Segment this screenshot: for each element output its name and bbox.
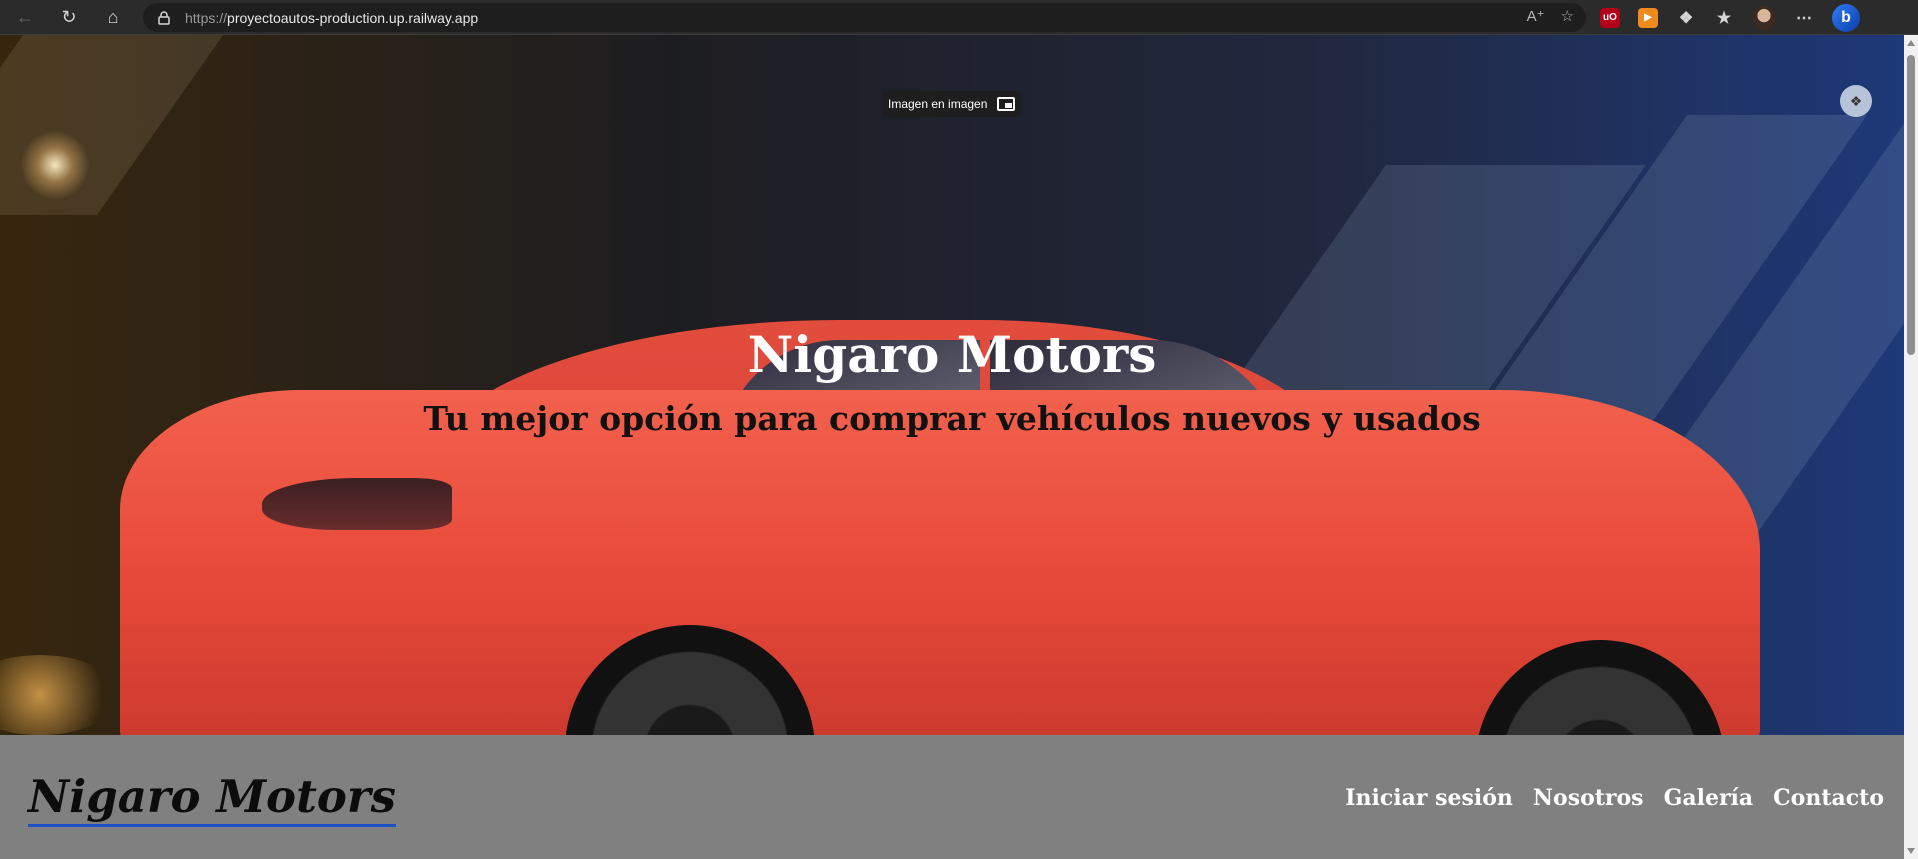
nav-menu: Iniciar sesión Nosotros Galería Contacto — [1345, 785, 1884, 811]
picture-in-picture-button[interactable]: Imagen en imagen — [882, 91, 1022, 117]
url-host: proyectoautos-production.up.railway.app — [227, 9, 479, 26]
url-scheme: https:// — [185, 9, 228, 26]
refresh-icon[interactable]: ↻ — [54, 2, 84, 32]
site-navbar: Nigaro Motors Iniciar sesión Nosotros Ga… — [0, 735, 1904, 859]
lock-icon[interactable] — [157, 10, 171, 26]
browser-toolbar: ← ↻ ⌂ https://proyectoautos-production.u… — [0, 0, 1918, 35]
nav-link-gallery[interactable]: Galería — [1664, 785, 1754, 811]
address-actions: A⁺ ☆ — [1527, 7, 1574, 25]
scroll-up-arrow-icon[interactable] — [1907, 40, 1915, 46]
hero-title: Nigaro Motors — [747, 325, 1157, 384]
visual-search-icon[interactable]: ❖ — [1840, 85, 1872, 117]
read-aloud-icon[interactable]: A⁺ — [1527, 7, 1545, 25]
hero-subtitle: Tu mejor opción para comprar vehículos n… — [423, 399, 1481, 438]
scroll-down-arrow-icon[interactable] — [1907, 848, 1915, 854]
favorite-add-icon[interactable]: ☆ — [1561, 7, 1574, 25]
home-icon[interactable]: ⌂ — [98, 2, 128, 32]
address-bar[interactable]: https://proyectoautos-production.up.rail… — [143, 3, 1586, 32]
nav-link-about[interactable]: Nosotros — [1533, 785, 1644, 811]
url-text[interactable]: https://proyectoautos-production.up.rail… — [185, 10, 478, 26]
car-taillight — [262, 478, 452, 530]
more-menu-icon[interactable]: ⋯ — [1794, 8, 1814, 28]
page-scrollbar[interactable] — [1904, 35, 1918, 859]
extensions-puzzle-icon[interactable]: ❖ — [1676, 8, 1696, 28]
hero-section: Nigaro Motors Tu mejor opción para compr… — [0, 35, 1904, 735]
brand-logo[interactable]: Nigaro Motors — [28, 772, 396, 827]
light-flare — [0, 655, 120, 735]
ublock-icon[interactable]: uO — [1600, 7, 1620, 28]
scroll-thumb[interactable] — [1907, 55, 1915, 355]
back-icon[interactable]: ← — [10, 2, 40, 32]
pip-label: Imagen en imagen — [888, 97, 988, 111]
profile-avatar[interactable] — [1752, 5, 1776, 30]
bing-copilot-icon[interactable]: b — [1832, 3, 1860, 32]
extensions-area: uO ▶ ❖ ★ ⋯ b — [1600, 3, 1860, 32]
nav-link-login[interactable]: Iniciar sesión — [1345, 785, 1513, 811]
nav-link-contact[interactable]: Contacto — [1773, 785, 1884, 811]
favorites-icon[interactable]: ★ — [1714, 8, 1734, 28]
pip-icon — [997, 97, 1016, 111]
media-extension-icon[interactable]: ▶ — [1638, 7, 1658, 28]
light-flare — [20, 130, 90, 200]
nav-buttons: ← ↻ ⌂ — [10, 2, 128, 32]
